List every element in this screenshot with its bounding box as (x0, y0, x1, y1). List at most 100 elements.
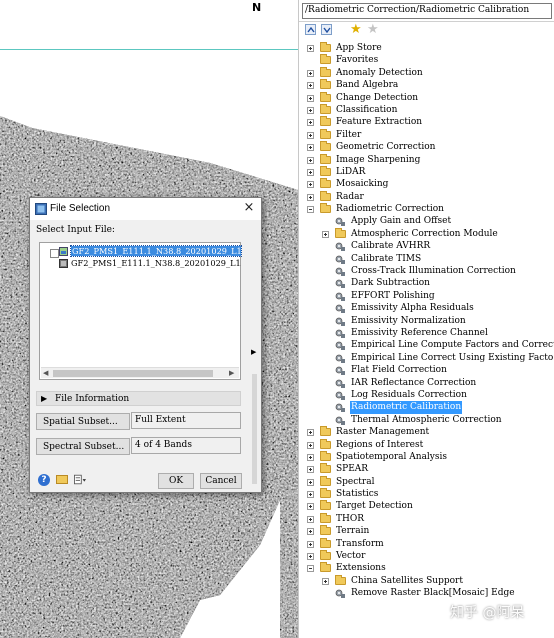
toolbox-item-calibrate-tims[interactable]: Calibrate TIMS (307, 253, 554, 265)
toolbox-item-vector[interactable]: Vector (307, 550, 554, 562)
toolbox-item-remove-raster-black-mosaic-edge[interactable]: Remove Raster Black[Mosaic] Edge (307, 587, 554, 599)
toolbox-item-label: Apply Gain and Offset (351, 216, 452, 227)
toolbox-item-emissivity-normalization[interactable]: Emissivity Normalization (307, 315, 554, 327)
expand-plus-icon[interactable] (307, 144, 314, 152)
toolbox-item-raster-management[interactable]: Raster Management (307, 426, 554, 438)
dialog-close-icon[interactable]: × (241, 200, 257, 216)
toolbox-item-thermal-atmospheric-correction[interactable]: Thermal Atmospheric Correction (307, 414, 554, 426)
toolbox-item-favorites[interactable]: Favorites (307, 54, 554, 66)
collapse-minus-icon[interactable] (307, 565, 314, 573)
scroll-left-arrow-icon[interactable]: ◀ (43, 369, 48, 377)
toolbox-item-mosaicking[interactable]: Mosaicking (307, 178, 554, 190)
toolbox-item-spear[interactable]: SPEAR (307, 463, 554, 475)
cancel-button[interactable]: Cancel (200, 473, 242, 489)
expand-plus-icon[interactable] (307, 193, 314, 201)
toolbox-item-radar[interactable]: Radar (307, 190, 554, 203)
expand-plus-icon[interactable] (307, 82, 314, 90)
toolbox-item-empirical-line-compute-factors-and-correct[interactable]: Empirical Line Compute Factors and Corre… (307, 339, 554, 351)
collapse-minus-icon[interactable] (307, 206, 314, 214)
toolbox-item-effort-polishing[interactable]: EFFORT Polishing (307, 290, 554, 302)
toolbox-search-input[interactable]: /Radiometric Correction/Radiometric Cali… (302, 3, 552, 19)
toolbox-item-feature-extraction[interactable]: Feature Extraction (307, 116, 554, 128)
toolbox-item-spectral[interactable]: Spectral (307, 475, 554, 488)
file-checkbox[interactable] (50, 249, 59, 258)
expand-plus-icon[interactable] (322, 230, 329, 238)
toolbox-item-statistics[interactable]: Statistics (307, 488, 554, 500)
expand-plus-icon[interactable] (307, 528, 314, 536)
expand-plus-icon[interactable] (307, 429, 314, 437)
expand-plus-icon[interactable] (307, 491, 314, 499)
expand-plus-icon[interactable] (307, 441, 314, 449)
expand-plus-icon[interactable] (307, 69, 314, 77)
expand-plus-icon[interactable] (307, 131, 314, 139)
toolbox-item-cross-track-illumination-correction[interactable]: Cross-Track Illumination Correction (307, 265, 554, 277)
remove-favorite-star-icon[interactable]: ★ (367, 23, 379, 36)
toolbox-item-target-detection[interactable]: Target Detection (307, 500, 554, 512)
file-information-section[interactable]: ▶ File Information (36, 391, 241, 406)
toolbox-item-emissivity-alpha-residuals[interactable]: Emissivity Alpha Residuals (307, 302, 554, 314)
expand-plus-icon[interactable] (307, 503, 314, 511)
toolbox-item-calibrate-avhrr[interactable]: Calibrate AVHRR (307, 240, 554, 252)
open-folder-icon[interactable] (56, 475, 68, 484)
toolbox-item-classification[interactable]: Classification (307, 103, 554, 116)
toolbox-item-band-algebra[interactable]: Band Algebra (307, 79, 554, 91)
toolbox-item-extensions[interactable]: Extensions (307, 562, 554, 574)
toolbox-item-log-residuals-correction[interactable]: Log Residuals Correction (307, 389, 554, 401)
expand-plus-icon[interactable] (307, 181, 314, 189)
expand-plus-icon[interactable] (307, 156, 314, 164)
ok-button[interactable]: OK (158, 473, 194, 489)
toolbox-item-geometric-correction[interactable]: Geometric Correction (307, 141, 554, 153)
toolbox-item-china-satellites-support[interactable]: China Satellites Support (307, 574, 554, 587)
expand-plus-icon[interactable] (307, 540, 314, 548)
collapse-all-button[interactable] (305, 24, 316, 35)
scrollbar-thumb[interactable] (252, 374, 257, 484)
expand-plus-icon[interactable] (307, 478, 314, 486)
help-icon[interactable]: ? (38, 474, 50, 486)
dialog-vertical-scrollbar[interactable]: ▶ (250, 224, 259, 486)
folder-icon (320, 525, 331, 536)
toolbox-item-emissivity-reference-channel[interactable]: Emissivity Reference Channel (307, 327, 554, 339)
file-list-horizontal-scrollbar[interactable]: ◀ ▶ (41, 367, 239, 378)
toolbox-item-regions-of-interest[interactable]: Regions of Interest (307, 438, 554, 451)
options-menu-icon[interactable] (74, 474, 86, 485)
toolbox-item-dark-subtraction[interactable]: Dark Subtraction (307, 277, 554, 289)
toolbox-item-lidar[interactable]: LiDAR (307, 165, 554, 178)
toolbox-item-label: Feature Extraction (336, 117, 423, 128)
spatial-subset-button[interactable]: Spatial Subset... (36, 413, 130, 430)
expand-plus-icon[interactable] (307, 45, 314, 52)
toolbox-item-change-detection[interactable]: Change Detection (307, 91, 554, 104)
raster-file-icon (59, 247, 68, 256)
expand-all-button[interactable] (321, 24, 332, 35)
toolbox-item-image-sharpening[interactable]: Image Sharpening (307, 153, 554, 166)
toolbox-item-atmospheric-correction-module[interactable]: Atmospheric Correction Module (307, 227, 554, 240)
toolbox-item-anomaly-detection[interactable]: Anomaly Detection (307, 66, 554, 79)
expand-plus-icon[interactable] (307, 94, 314, 102)
spectral-subset-button[interactable]: Spectral Subset... (36, 438, 130, 455)
expand-plus-icon[interactable] (307, 168, 314, 176)
expand-plus-icon[interactable] (307, 119, 314, 127)
expand-plus-icon[interactable] (307, 453, 314, 461)
expand-plus-icon[interactable] (307, 515, 314, 523)
toolbox-item-spatiotemporal-analysis[interactable]: Spatiotemporal Analysis (307, 450, 554, 463)
expand-plus-icon[interactable] (322, 577, 329, 585)
scroll-right-arrow-icon[interactable]: ▶ (229, 369, 234, 377)
toolbox-item-app-store[interactable]: App Store (307, 42, 554, 54)
toolbox-item-empirical-line-correct-using-existing-facto[interactable]: Empirical Line Correct Using Existing Fa… (307, 352, 554, 364)
toolbox-item-thor[interactable]: THOR (307, 512, 554, 525)
toolbox-item-radiometric-correction[interactable]: Radiometric Correction (307, 203, 554, 215)
scrollbar-thumb[interactable] (53, 370, 213, 377)
dialog-titlebar[interactable]: File Selection × (30, 198, 261, 220)
toolbox-item-filter[interactable]: Filter (307, 128, 554, 141)
toolbox-item-transform[interactable]: Transform (307, 537, 554, 550)
expand-plus-icon[interactable] (307, 466, 314, 474)
add-favorite-star-icon[interactable]: ★ (350, 23, 362, 36)
toolbox-item-iar-reflectance-correction[interactable]: IAR Reflectance Correction (307, 377, 554, 389)
expand-plus-icon[interactable] (307, 553, 314, 561)
expand-arrow-icon[interactable]: ▶ (251, 348, 256, 356)
toolbox-item-terrain[interactable]: Terrain (307, 525, 554, 537)
input-file-list[interactable]: GF2_PMS1_E111.1_N38.8_20201029_L1A00 GF2… (39, 242, 242, 380)
toolbox-item-radiometric-calibration[interactable]: Radiometric Calibration (307, 401, 554, 414)
toolbox-item-apply-gain-and-offset[interactable]: Apply Gain and Offset (307, 215, 554, 227)
toolbox-item-flat-field-correction[interactable]: Flat Field Correction (307, 364, 554, 376)
expand-plus-icon[interactable] (307, 106, 314, 114)
